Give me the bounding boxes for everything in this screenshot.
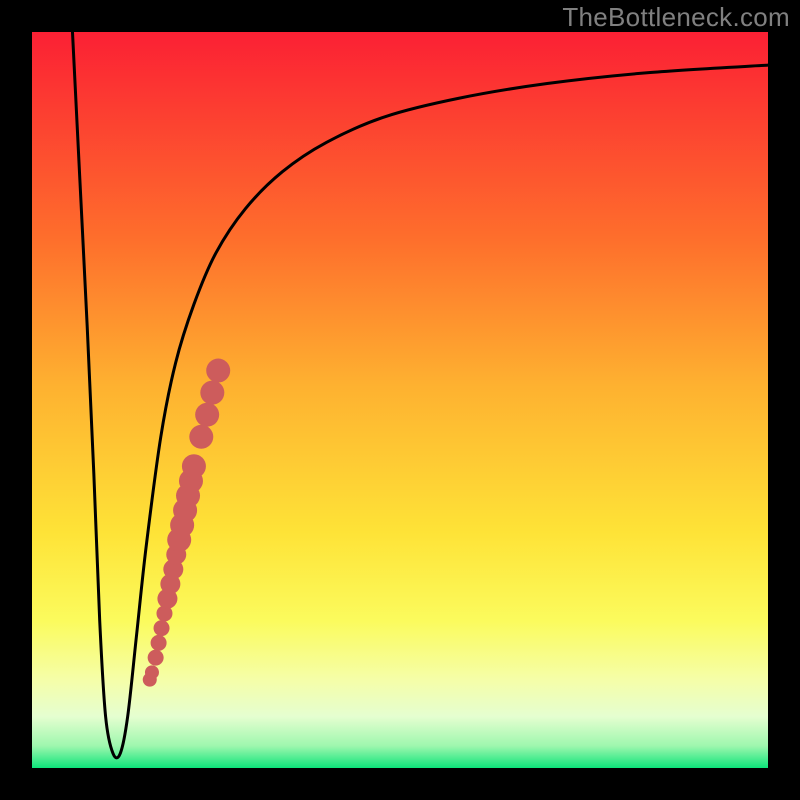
highlight-point (195, 403, 219, 427)
chart-svg (32, 32, 768, 768)
highlight-point (200, 381, 224, 405)
highlight-point (154, 620, 170, 636)
gradient-background (32, 32, 768, 768)
highlight-point (189, 425, 213, 449)
plot-area (32, 32, 768, 768)
highlight-point (148, 650, 164, 666)
watermark-text: TheBottleneck.com (562, 2, 790, 33)
chart-frame: TheBottleneck.com (0, 0, 800, 800)
highlight-point (145, 665, 159, 679)
highlight-point (182, 454, 206, 478)
highlight-point (151, 635, 167, 651)
highlight-point (206, 359, 230, 383)
